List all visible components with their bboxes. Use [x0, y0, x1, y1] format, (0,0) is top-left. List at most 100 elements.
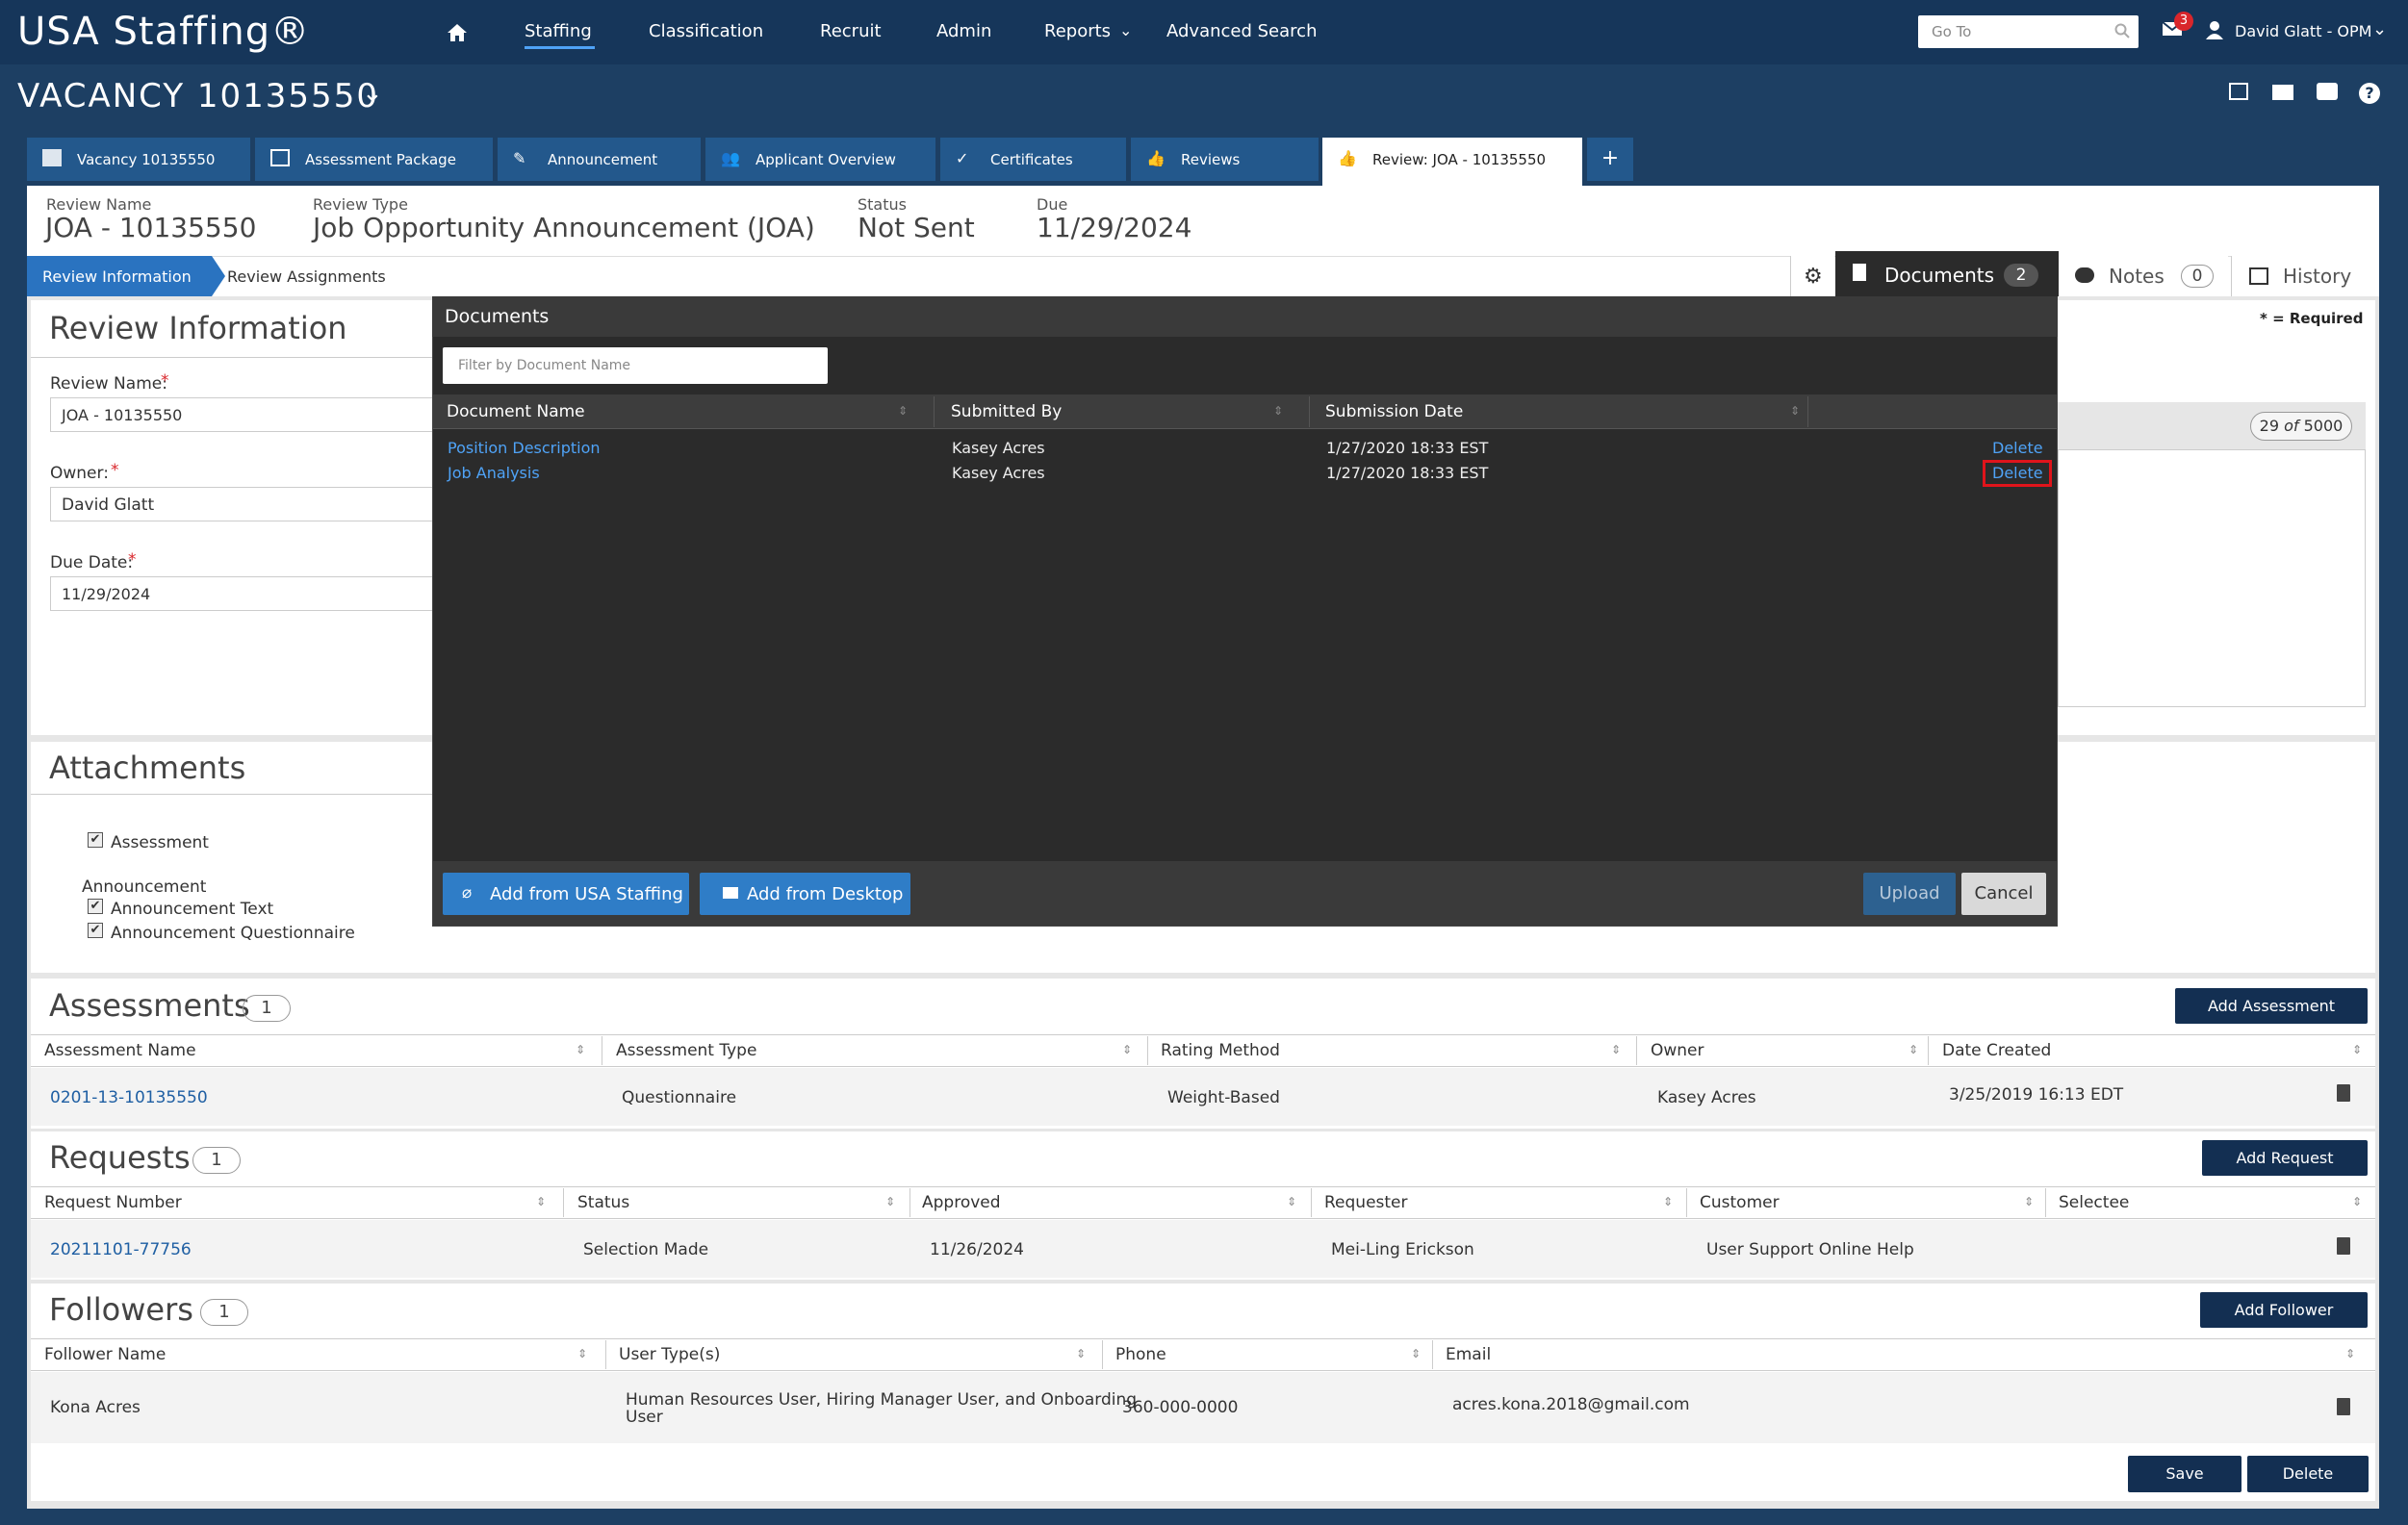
chat-icon[interactable] — [2317, 83, 2338, 100]
upload-button[interactable]: Upload — [1863, 873, 1956, 915]
delete-button[interactable]: Delete — [2247, 1456, 2369, 1492]
delete-document-link[interactable]: Delete — [1992, 439, 2043, 457]
settings-button[interactable]: ⚙ — [1790, 256, 1834, 296]
col-owner[interactable]: Owner — [1651, 1041, 1704, 1060]
announcement-questionnaire-checkbox[interactable]: ✔ — [88, 923, 103, 938]
add-assessment-button[interactable]: Add Assessment — [2175, 988, 2368, 1024]
add-follower-button[interactable]: Add Follower — [2200, 1292, 2368, 1328]
cancel-button[interactable]: Cancel — [1961, 873, 2046, 915]
col-submitted-by[interactable]: Submitted By — [951, 402, 1062, 421]
tab-certificates[interactable]: ✓ Certificates — [940, 138, 1126, 181]
sort-icon[interactable]: ⇕ — [577, 1347, 587, 1360]
nav-reports[interactable]: Reports — [1044, 21, 1111, 41]
subtab-review-information[interactable]: Review Information — [27, 256, 212, 296]
tab-applicant-overview[interactable]: 👥 Applicant Overview — [705, 138, 935, 181]
subtab-review-assignments[interactable]: Review Assignments — [227, 267, 386, 286]
nav-staffing[interactable]: Staffing — [525, 21, 592, 41]
modal-header — [432, 296, 2058, 337]
col-divider — [1147, 1036, 1148, 1065]
col-submission-date[interactable]: Submission Date — [1325, 402, 1463, 421]
col-customer[interactable]: Customer — [1700, 1193, 1780, 1212]
col-assessment-name[interactable]: Assessment Name — [44, 1041, 196, 1060]
goto-input[interactable]: Go To — [1918, 15, 2139, 48]
add-tab-button[interactable]: + — [1587, 138, 1633, 181]
nav-classification[interactable]: Classification — [649, 21, 763, 41]
trash-icon[interactable] — [2337, 1237, 2350, 1255]
required-star: * — [161, 371, 169, 391]
add-from-desktop-button[interactable]: Add from Desktop — [700, 873, 910, 915]
col-selectee[interactable]: Selectee — [2059, 1193, 2129, 1212]
app-logo[interactable]: USA Staffing® — [17, 10, 310, 54]
trash-icon[interactable] — [2337, 1084, 2350, 1102]
sort-icon[interactable]: ⇕ — [898, 404, 908, 418]
document-link[interactable]: Position Description — [448, 439, 601, 457]
col-email[interactable]: Email — [1446, 1345, 1491, 1364]
nav-recruit[interactable]: Recruit — [820, 21, 882, 41]
home-icon[interactable] — [447, 23, 468, 42]
tab-assessment-package[interactable]: Assessment Package — [255, 138, 493, 181]
col-status[interactable]: Status — [577, 1193, 629, 1212]
col-requester[interactable]: Requester — [1324, 1193, 1408, 1212]
trash-icon[interactable] — [2337, 1398, 2350, 1415]
sort-icon[interactable]: ⇕ — [1287, 1195, 1296, 1208]
col-follower-name[interactable]: Follower Name — [44, 1345, 166, 1364]
sort-icon[interactable]: ⇕ — [885, 1195, 895, 1208]
filter-document-input[interactable]: Filter by Document Name — [443, 347, 828, 384]
delete-document-link[interactable]: Delete — [1992, 464, 2043, 482]
col-date-created[interactable]: Date Created — [1942, 1041, 2051, 1060]
help-icon[interactable]: ? — [2359, 83, 2380, 104]
add-request-button[interactable]: Add Request — [2202, 1140, 2368, 1176]
assessment-checkbox[interactable]: ✔ — [88, 832, 103, 848]
review-name-input[interactable]: JOA - 10135550 — [50, 397, 435, 432]
sort-icon[interactable]: ⇕ — [1122, 1043, 1132, 1056]
assessment-link[interactable]: 0201-13-10135550 — [50, 1088, 208, 1107]
col-divider — [605, 1340, 606, 1369]
sort-icon[interactable]: ⇕ — [1273, 404, 1283, 418]
add-from-usa-staffing-button[interactable]: ⌀ Add from USA Staffing — [443, 873, 689, 915]
announcement-questionnaire-label: Announcement Questionnaire — [111, 924, 355, 943]
sort-icon[interactable]: ⇕ — [2352, 1043, 2362, 1056]
sort-icon[interactable]: ⇕ — [1663, 1195, 1673, 1208]
sort-icon[interactable]: ⇕ — [2024, 1195, 2034, 1208]
sort-icon[interactable]: ⇕ — [576, 1043, 585, 1056]
search-icon[interactable] — [2114, 23, 2130, 38]
owner-input[interactable]: David Glatt — [50, 487, 435, 521]
tab-vacancy[interactable]: Vacancy 10135550 — [27, 138, 250, 181]
vacancy-title[interactable]: VACANCY 10135550 — [17, 77, 379, 115]
tab-review-joa[interactable]: 👍 Review: JOA - 10135550 — [1322, 138, 1582, 186]
sort-icon[interactable]: ⇕ — [1411, 1347, 1421, 1360]
side-tab-documents[interactable]: Documents 2 — [1835, 251, 2059, 296]
request-link[interactable]: 20211101-77756 — [50, 1240, 192, 1259]
user-menu[interactable]: David Glatt - OPM — [2235, 22, 2371, 40]
mail-open-icon[interactable] — [2272, 85, 2293, 100]
col-approved[interactable]: Approved — [922, 1193, 1001, 1212]
nav-advanced-search[interactable]: Advanced Search — [1166, 21, 1317, 41]
nav-admin[interactable]: Admin — [936, 21, 991, 41]
tab-announcement[interactable]: ✎ Announcement — [498, 138, 701, 181]
side-tab-history[interactable]: History — [2231, 256, 2379, 296]
sort-icon[interactable]: ⇕ — [1076, 1347, 1086, 1360]
col-assessment-type[interactable]: Assessment Type — [616, 1041, 756, 1060]
col-rating-method[interactable]: Rating Method — [1161, 1041, 1280, 1060]
user-chevron-icon[interactable]: ⌄ — [2372, 19, 2387, 39]
side-tab-notes[interactable]: Notes 0 — [2059, 256, 2228, 296]
col-phone[interactable]: Phone — [1115, 1345, 1166, 1364]
folder-icon — [42, 149, 62, 166]
col-request-number[interactable]: Request Number — [44, 1193, 182, 1212]
sort-icon[interactable]: ⇕ — [2352, 1195, 2362, 1208]
save-button[interactable]: Save — [2128, 1456, 2241, 1492]
sort-icon[interactable]: ⇕ — [536, 1195, 546, 1208]
sort-icon[interactable]: ⇕ — [2345, 1347, 2355, 1360]
tab-reviews[interactable]: 👍 Reviews — [1131, 138, 1319, 181]
vacancy-chevron-icon[interactable]: ⌄ — [362, 79, 383, 108]
checklist-icon[interactable] — [2229, 83, 2248, 100]
sort-icon[interactable]: ⇕ — [1790, 404, 1800, 418]
document-link[interactable]: Job Analysis — [448, 464, 540, 482]
due-date-input[interactable]: 11/29/2024 — [50, 576, 435, 611]
col-document-name[interactable]: Document Name — [447, 402, 585, 421]
mail-count-badge: 3 — [2174, 12, 2193, 31]
announcement-text-checkbox[interactable]: ✔ — [88, 899, 103, 914]
sort-icon[interactable]: ⇕ — [1611, 1043, 1621, 1056]
sort-icon[interactable]: ⇕ — [1908, 1043, 1918, 1056]
col-user-types[interactable]: User Type(s) — [619, 1345, 720, 1364]
